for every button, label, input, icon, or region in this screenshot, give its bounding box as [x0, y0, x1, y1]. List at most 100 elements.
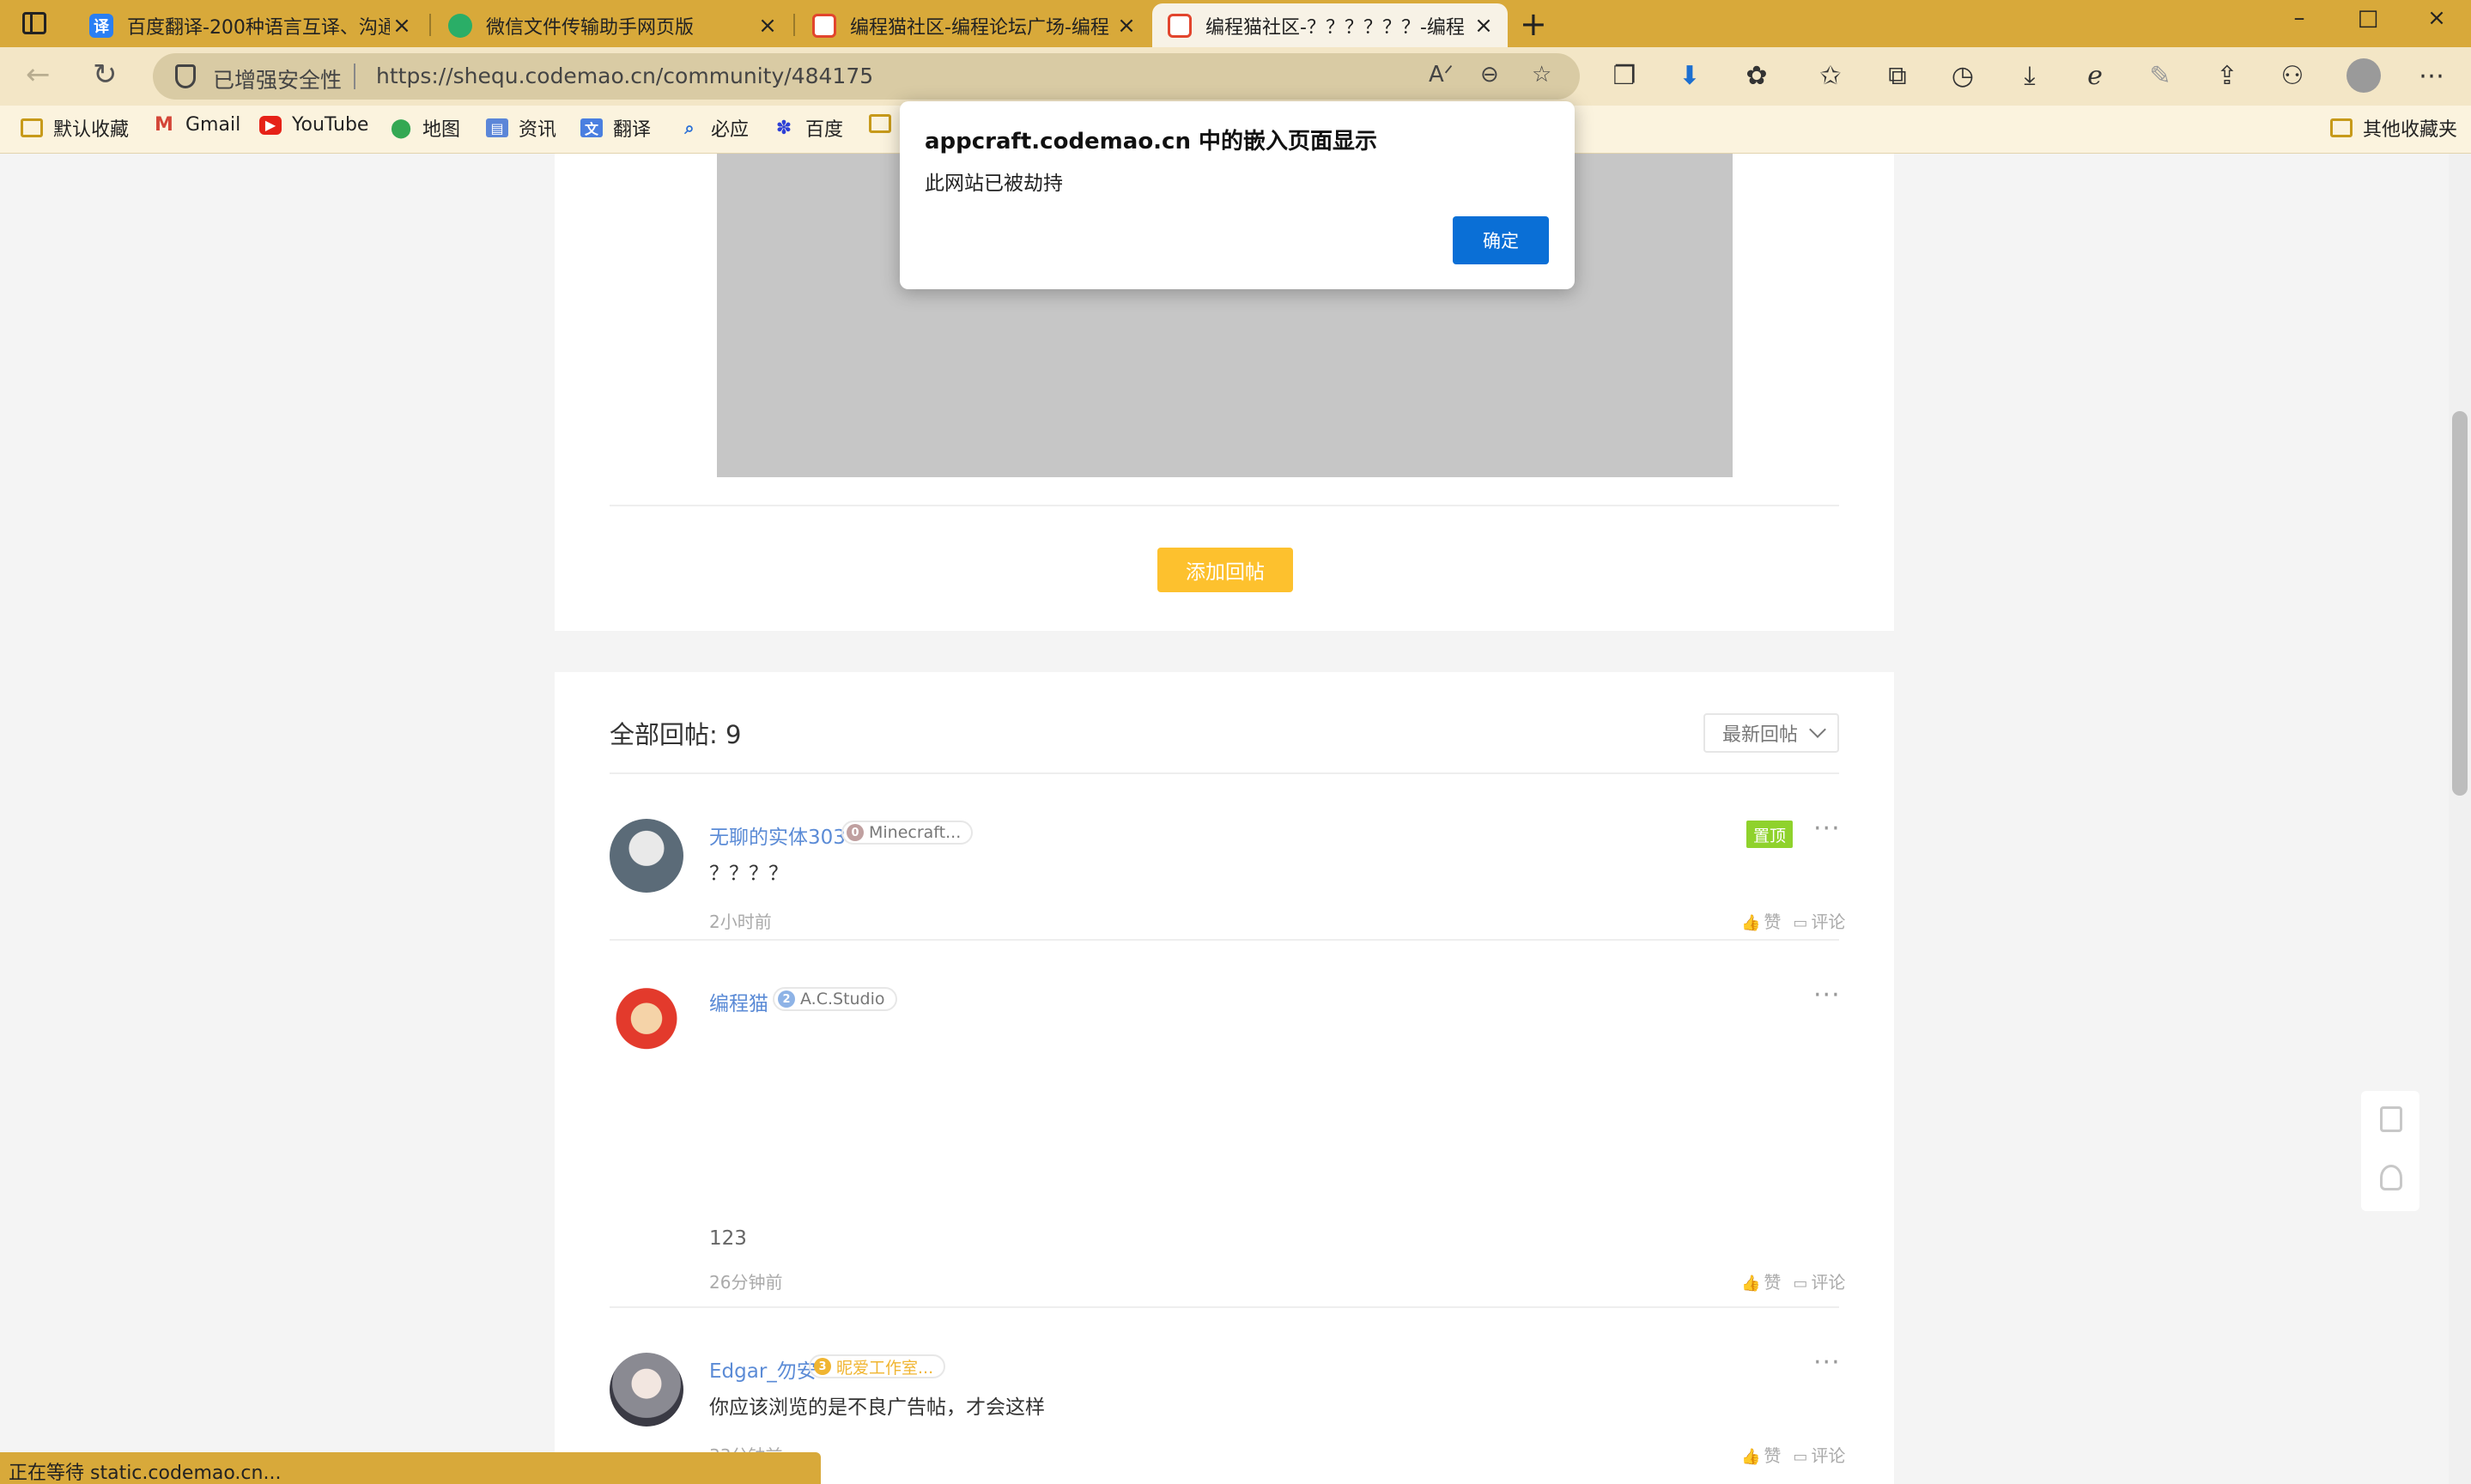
- qq-icon[interactable]: [2380, 1165, 2402, 1190]
- like-button[interactable]: 👍 赞: [1741, 1269, 1781, 1293]
- close-icon[interactable]: ×: [1114, 13, 1138, 39]
- download-extension-icon[interactable]: ⬇: [1673, 61, 1707, 91]
- scrollbar-thumb[interactable]: [2452, 411, 2468, 796]
- avatar[interactable]: [610, 1353, 683, 1426]
- like-label: 赞: [1764, 1272, 1782, 1293]
- edge-icon[interactable]: ℯ: [2078, 61, 2112, 91]
- alert-dialog: appcraft.codemao.cn 中的嵌入页面显示 此网站已被劫持 确定: [900, 101, 1575, 289]
- bookmark-translate[interactable]: 文 翻译: [580, 114, 651, 142]
- maximize-icon[interactable]: □: [2342, 5, 2394, 31]
- more-icon[interactable]: ···: [1813, 1348, 1841, 1378]
- read-aloud-icon[interactable]: Aᐟ: [1429, 62, 1454, 88]
- comment-button[interactable]: ▭ 评论: [1793, 1269, 1845, 1293]
- comment-icon: ▭: [1793, 914, 1808, 932]
- divider: [354, 64, 355, 89]
- tab-separator: [793, 14, 795, 36]
- folder-icon: [2330, 118, 2353, 137]
- url-text[interactable]: https://shequ.codemao.cn/community/48417…: [376, 64, 873, 88]
- share-icon[interactable]: ⇪: [2210, 61, 2244, 91]
- folder-icon: [21, 118, 43, 137]
- bookmark-label: 资讯: [519, 119, 557, 141]
- window-close-icon[interactable]: ×: [2411, 5, 2462, 31]
- bookmark-gmail[interactable]: M Gmail: [153, 114, 240, 136]
- avatar[interactable]: [610, 985, 683, 1059]
- web-capture-icon[interactable]: ✎: [2143, 61, 2177, 91]
- bookmark-label: 地图: [422, 119, 461, 141]
- tab-baidu-translate[interactable]: 译 百度翻译-200种语言互译、沟通 ×: [74, 3, 426, 47]
- bookmark-label: 默认收藏: [53, 119, 130, 141]
- floating-tools: [2361, 1091, 2419, 1211]
- browser-toolbar: ← ↻ 已增强安全性 https://shequ.codemao.cn/comm…: [0, 47, 2471, 106]
- like-button[interactable]: 👍 赞: [1741, 908, 1781, 933]
- close-icon[interactable]: ×: [756, 13, 780, 39]
- reply-actions: 👍 赞 ▭ 评论: [1741, 1269, 1845, 1293]
- back-icon[interactable]: ←: [26, 58, 51, 92]
- extensions-icon[interactable]: ✿: [1739, 61, 1774, 91]
- bing-search-icon: ⌕: [684, 118, 695, 138]
- codemao-icon: [1168, 13, 1192, 38]
- collections-icon[interactable]: ❐: [1607, 61, 1642, 91]
- collections-add-icon[interactable]: ⧉: [1880, 61, 1915, 91]
- bookmark-folder[interactable]: [869, 114, 902, 133]
- user-badge[interactable]: 0 Minecraft...: [841, 821, 974, 845]
- tab-actions-icon[interactable]: [22, 12, 46, 34]
- bookmark-bing[interactable]: ⌕ 必应: [678, 114, 749, 142]
- pinned-badge: 置顶: [1746, 821, 1793, 848]
- reply-username[interactable]: 编程猫: [709, 987, 768, 1016]
- reply-time: 26分钟前: [709, 1272, 783, 1293]
- wechat-icon: [448, 13, 472, 38]
- comment-button[interactable]: ▭ 评论: [1793, 1442, 1845, 1467]
- bookmark-label: 翻译: [613, 119, 652, 141]
- close-icon[interactable]: ×: [390, 13, 414, 39]
- user-badge[interactable]: 3 昵爱工作室...: [809, 1354, 946, 1378]
- new-tab-icon[interactable]: +: [1520, 5, 1547, 43]
- user-badge[interactable]: 2 A.C.Studio: [773, 987, 897, 1011]
- level-icon: 3: [814, 1358, 831, 1375]
- favorites-icon[interactable]: ✩: [1813, 61, 1848, 91]
- bookmark-default[interactable]: 默认收藏: [21, 114, 129, 142]
- close-icon[interactable]: ×: [1472, 13, 1496, 39]
- refresh-icon[interactable]: ↻: [93, 58, 118, 92]
- zoom-out-icon[interactable]: ⊖: [1480, 62, 1499, 88]
- tab-codemao-post[interactable]: 编程猫社区-？？？？？？-编程 ×: [1152, 3, 1508, 47]
- mobile-icon[interactable]: [2380, 1106, 2402, 1132]
- more-icon[interactable]: ···: [1813, 980, 1841, 1010]
- profile-avatar[interactable]: [2347, 58, 2381, 93]
- comment-icon: ▭: [1793, 1275, 1808, 1293]
- add-reply-button[interactable]: 添加回帖: [1157, 548, 1293, 592]
- thumbs-up-icon: 👍: [1741, 1448, 1761, 1466]
- downloads-icon[interactable]: ⤓: [2013, 61, 2047, 91]
- more-icon[interactable]: ···: [1813, 814, 1841, 844]
- more-options-icon[interactable]: ⋯: [2414, 61, 2449, 91]
- baidu-translate-icon: 译: [89, 13, 113, 38]
- tab-wechat[interactable]: 微信文件传输助手网页版 ×: [433, 3, 792, 47]
- bookmark-other[interactable]: 其他收藏夹: [2330, 114, 2457, 142]
- add-favorite-icon[interactable]: ☆: [1532, 62, 1551, 88]
- dialog-title: appcraft.codemao.cn 中的嵌入页面显示: [925, 129, 1378, 154]
- ok-button[interactable]: 确定: [1453, 216, 1549, 264]
- address-bar[interactable]: 已增强安全性 https://shequ.codemao.cn/communit…: [153, 53, 1580, 100]
- comment-label: 评论: [1811, 912, 1846, 932]
- news-icon: ▤: [486, 118, 508, 137]
- minimize-icon[interactable]: –: [2274, 5, 2325, 31]
- bookmark-youtube[interactable]: ▶ YouTube: [259, 114, 368, 136]
- reply-item: 无聊的实体303 0 Minecraft... 置顶 ··· ？？？？ 2小时前…: [610, 814, 1845, 965]
- performance-icon[interactable]: ⚇: [2275, 61, 2310, 91]
- bookmark-label: Gmail: [185, 114, 241, 136]
- sort-dropdown[interactable]: 最新回帖: [1703, 713, 1839, 753]
- tab-title: 微信文件传输助手网页版: [486, 16, 695, 39]
- scrollbar[interactable]: [2449, 154, 2471, 1484]
- bookmark-map[interactable]: ⬤ 地图: [390, 114, 460, 142]
- comment-button[interactable]: ▭ 评论: [1793, 908, 1845, 933]
- comment-icon: ▭: [1793, 1448, 1808, 1466]
- bookmark-baidu[interactable]: ✽ 百度: [773, 114, 843, 142]
- tab-title: 编程猫社区-？？？？？？-编程: [1205, 16, 1465, 39]
- reply-username[interactable]: 无聊的实体303: [709, 821, 846, 850]
- like-button[interactable]: 👍 赞: [1741, 1442, 1781, 1467]
- history-icon[interactable]: ◷: [1946, 61, 1980, 91]
- reply-username[interactable]: Edgar_勿安: [709, 1354, 817, 1384]
- bookmark-news[interactable]: ▤ 资讯: [486, 114, 556, 142]
- reply-text: 你应该浏览的是不良广告帖，才会这样: [709, 1396, 1045, 1419]
- tab-codemao-forum[interactable]: 编程猫社区-编程论坛广场-编程 ×: [797, 3, 1151, 47]
- avatar[interactable]: [610, 819, 683, 893]
